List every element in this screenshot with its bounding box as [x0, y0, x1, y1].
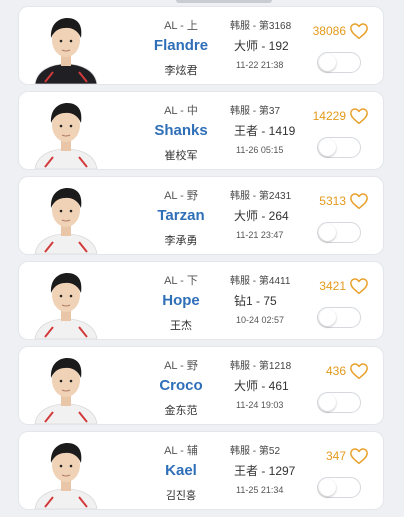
- player-avatar: [34, 103, 98, 169]
- team-role: AL - 辅: [164, 445, 198, 457]
- player-name[interactable]: Hope: [119, 292, 243, 309]
- team-role: AL - 中: [164, 105, 198, 117]
- player-avatar: [34, 18, 98, 84]
- server-rank: 韩服 - 第37: [230, 106, 281, 117]
- toggle-knob: [319, 139, 336, 156]
- real-name: 金东范: [164, 404, 198, 417]
- player-name[interactable]: Kael: [119, 462, 243, 479]
- like-control[interactable]: 347: [326, 446, 369, 466]
- player-info: AL - 辅 Kael 김진홍: [119, 432, 243, 509]
- update-time: 11-22 21:38: [236, 60, 284, 70]
- toggle-knob: [319, 479, 336, 496]
- player-card[interactable]: AL - 野 Tarzan 李承勇 韩服 - 第2431 大师 - 264 11-21 2…: [19, 177, 383, 254]
- tier-points: 王者 - 1297: [234, 464, 296, 478]
- player-info: AL - 野 Tarzan 李承勇: [119, 177, 243, 254]
- toggle-knob: [319, 394, 336, 411]
- rank-info: 韩服 - 第4411 钻1 - 75 10-24 02:57: [230, 262, 318, 339]
- player-card[interactable]: AL - 上 Flandre 李炫君 韩服 - 第3168 大师 - 192 11-22 …: [19, 7, 383, 84]
- update-time: 10-24 02:57: [236, 315, 285, 325]
- heart-icon[interactable]: [349, 277, 369, 295]
- follow-toggle[interactable]: [317, 392, 361, 413]
- rank-info: 韩服 - 第3168 大师 - 192 11-22 21:38: [230, 7, 318, 84]
- server-rank: 韩服 - 第1218: [230, 361, 292, 372]
- tier-points: 大师 - 192: [234, 39, 289, 53]
- update-time: 11-21 23:47: [236, 230, 284, 240]
- player-card[interactable]: AL - 下 Hope 王杰 韩服 - 第4411 钻1 - 75 10-24 02:57…: [19, 262, 383, 339]
- player-name[interactable]: Shanks: [119, 122, 243, 139]
- update-time: 11-25 21:34: [236, 485, 284, 495]
- like-count: 436: [325, 364, 346, 378]
- follow-toggle[interactable]: [317, 137, 361, 158]
- player-avatar: [34, 358, 98, 424]
- player-card[interactable]: AL - 中 Shanks 崔校军 韩服 - 第37 王者 - 1419 11-26 05…: [19, 92, 383, 169]
- like-control[interactable]: 3421: [319, 276, 369, 296]
- rank-info: 韩服 - 第37 王者 - 1419 11-26 05:15: [230, 92, 318, 169]
- tier-points: 王者 - 1419: [234, 124, 296, 138]
- team-role: AL - 野: [164, 190, 198, 202]
- player-avatar: [34, 273, 98, 339]
- server-rank: 韩服 - 第3168: [230, 21, 292, 32]
- heart-icon[interactable]: [349, 22, 369, 40]
- like-control[interactable]: 38086: [313, 21, 369, 41]
- player-card[interactable]: AL - 辅 Kael 김진홍 韩服 - 第52 王者 - 1297 11-25 21:3…: [19, 432, 383, 509]
- team-role: AL - 下: [164, 275, 198, 287]
- tier-points: 大师 - 264: [234, 209, 289, 223]
- toggle-knob: [319, 224, 336, 241]
- follow-toggle[interactable]: [317, 477, 361, 498]
- toggle-knob: [319, 309, 336, 326]
- team-role: AL - 野: [164, 360, 198, 372]
- player-name[interactable]: Flandre: [119, 37, 243, 54]
- real-name: 崔校军: [164, 149, 198, 162]
- player-info: AL - 中 Shanks 崔校军: [119, 92, 243, 169]
- player-info: AL - 野 Croco 金东范: [119, 347, 243, 424]
- like-count: 3421: [319, 279, 346, 293]
- like-count: 38086: [312, 24, 346, 38]
- heart-icon[interactable]: [349, 362, 369, 380]
- like-control[interactable]: 14229: [313, 106, 369, 126]
- server-rank: 韩服 - 第52: [230, 446, 281, 457]
- heart-icon[interactable]: [349, 107, 369, 125]
- toggle-knob: [319, 54, 336, 71]
- real-name: 李炫君: [164, 64, 198, 77]
- real-name: 李承勇: [164, 234, 198, 247]
- player-avatar: [34, 188, 98, 254]
- tier-points: 大师 - 461: [234, 379, 289, 393]
- like-control[interactable]: 436: [326, 361, 369, 381]
- player-card[interactable]: AL - 野 Croco 金东范 韩服 - 第1218 大师 - 461 11-24 19…: [19, 347, 383, 424]
- rank-info: 韩服 - 第1218 大师 - 461 11-24 19:03: [230, 347, 318, 424]
- like-count: 347: [325, 449, 346, 463]
- tier-points: 钻1 - 75: [234, 294, 277, 308]
- update-time: 11-26 05:15: [236, 145, 284, 155]
- like-count: 14229: [312, 109, 346, 123]
- player-name[interactable]: Tarzan: [119, 207, 243, 224]
- follow-toggle[interactable]: [317, 222, 361, 243]
- rank-info: 韩服 - 第2431 大师 - 264 11-21 23:47: [230, 177, 318, 254]
- real-name: 王杰: [170, 319, 192, 332]
- player-name[interactable]: Croco: [119, 377, 243, 394]
- like-control[interactable]: 5313: [319, 191, 369, 211]
- server-rank: 韩服 - 第2431: [230, 191, 292, 202]
- team-role: AL - 上: [164, 20, 198, 32]
- heart-icon[interactable]: [349, 447, 369, 465]
- like-count: 5313: [319, 194, 346, 208]
- follow-toggle[interactable]: [317, 52, 361, 73]
- heart-icon[interactable]: [349, 192, 369, 210]
- player-avatar: [34, 443, 98, 509]
- update-time: 11-24 19:03: [236, 400, 284, 410]
- player-info: AL - 下 Hope 王杰: [119, 262, 243, 339]
- rank-info: 韩服 - 第52 王者 - 1297 11-25 21:34: [230, 432, 318, 509]
- server-rank: 韩服 - 第4411: [230, 276, 291, 287]
- top-handle: [176, 0, 272, 3]
- player-info: AL - 上 Flandre 李炫君: [119, 7, 243, 84]
- follow-toggle[interactable]: [317, 307, 361, 328]
- real-name: 김진홍: [165, 489, 197, 502]
